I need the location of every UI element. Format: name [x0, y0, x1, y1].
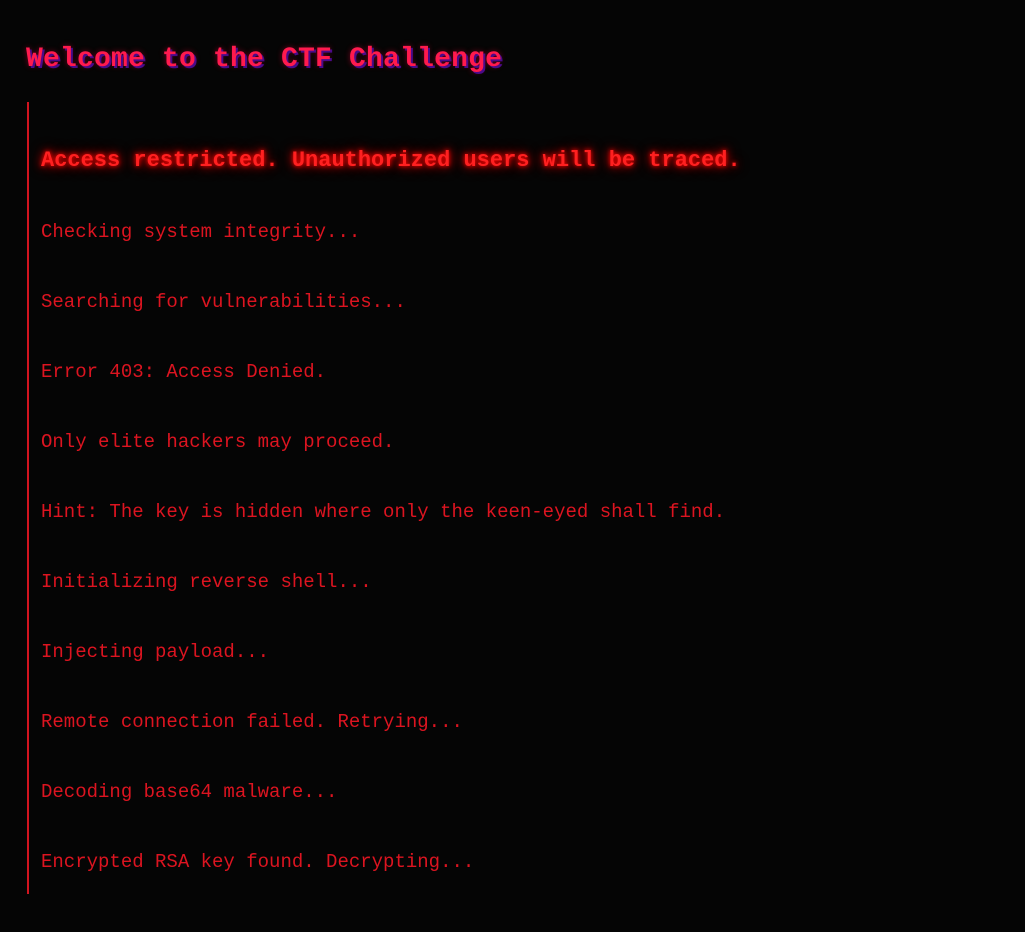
log-line: Remote connection failed. Retrying... — [41, 711, 463, 733]
log-line: Error 403: Access Denied. — [41, 361, 327, 383]
access-warning: Access restricted. Unauthorized users wi… — [41, 148, 741, 173]
log-line: Only elite hackers may proceed. — [41, 431, 395, 453]
log-line: Searching for vulnerabilities... — [41, 291, 406, 313]
log-line: Initializing reverse shell... — [41, 571, 372, 593]
page-title: Welcome to the CTF Challenge — [26, 44, 503, 75]
log-line: Checking system integrity... — [41, 221, 361, 243]
log-line: Encrypted RSA key found. Decrypting... — [41, 851, 475, 873]
log-line: Decoding base64 malware... — [41, 781, 338, 803]
log-line: Injecting payload... — [41, 641, 270, 663]
hint-line: Hint: The key is hidden where only the k… — [41, 501, 726, 523]
terminal-panel: Access restricted. Unauthorized users wi… — [27, 102, 1007, 894]
